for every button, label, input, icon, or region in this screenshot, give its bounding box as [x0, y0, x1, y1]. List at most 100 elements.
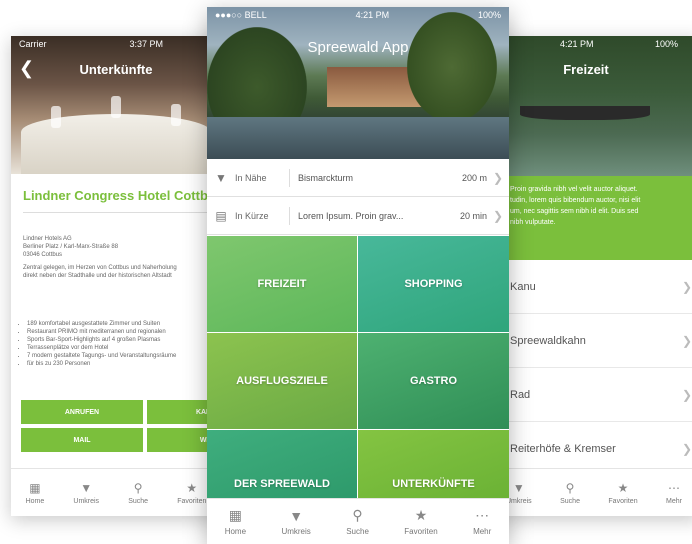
tab-favoriten[interactable]: ★ Favoriten — [404, 507, 437, 536]
chevron-right-icon: ❯ — [681, 387, 692, 402]
battery-label: 100% — [477, 10, 501, 20]
tab-label: Home — [25, 497, 45, 505]
tab-favoriten[interactable]: ★ Favoriten — [177, 481, 206, 505]
chevron-right-icon: ❯ — [681, 279, 692, 294]
tab-label: Home — [224, 527, 247, 536]
tab-label: Suche — [560, 497, 580, 505]
upcoming-time: 20 min — [459, 210, 487, 221]
list-item-rad[interactable]: Rad ❯ — [500, 368, 692, 422]
hotel-description: Zentral gelegen, im Herzen von Cottbus u… — [23, 264, 213, 280]
tab-umkreis[interactable]: ▼ Umkreis — [73, 481, 99, 505]
search-icon: ⚲ — [133, 480, 143, 495]
tab-label: Favoriten — [608, 497, 638, 505]
nearby-label: In Nähe — [235, 172, 267, 183]
tab-suche[interactable]: ⚲ Suche — [128, 481, 148, 505]
upcoming-event: Lorem Ipsum. Proin grav... — [298, 210, 404, 221]
boat-illustration — [520, 106, 650, 120]
tab-label: Mehr — [666, 497, 682, 505]
glass-illustration — [171, 104, 181, 126]
tab-label: Favoriten — [177, 497, 207, 505]
search-icon: ⚲ — [565, 480, 575, 495]
clock: 3:37 PM — [129, 39, 163, 49]
tab-label: Mehr — [473, 527, 492, 536]
river-photo — [500, 36, 692, 176]
chevron-right-icon: ❯ — [681, 441, 692, 456]
divider — [289, 206, 290, 225]
tab-bar: ▦ Home ▼ Umkreis ⚲ Suche ★ Favoriten — [11, 468, 221, 516]
home-grid-icon: ▦ — [29, 480, 41, 495]
tab-label: Suche — [346, 527, 369, 536]
hotel-address: Lindner Hotels AG Berliner Platz / Karl-… — [23, 235, 118, 259]
calendar-icon: ▤ — [215, 208, 227, 223]
tab-favoriten[interactable]: ★ Favoriten — [608, 481, 637, 505]
list-item-kanu[interactable]: Kanu ❯ — [500, 260, 692, 314]
center-phone-screen: ●●●○○ BELL 4:21 PM 100% Spreewald App ▼ … — [207, 7, 509, 544]
tab-suche[interactable]: ⚲ Suche — [346, 507, 369, 536]
star-icon: ★ — [186, 480, 198, 495]
list-item: 7 modern gestaltete Tagungs- und Veranst… — [27, 352, 176, 360]
list-item: Sports Bar-Sport-Highlights auf 4 großen… — [27, 336, 176, 344]
nearby-row[interactable]: ▼ In Nähe Bismarckturm 200 m ❯ — [207, 159, 509, 197]
list-item: Terrassenplätze vor dem Hotel — [27, 344, 176, 352]
tab-label: Favoriten — [404, 527, 438, 536]
intro-line: Proin gravida nibh vel velit auctor aliq… — [510, 186, 638, 193]
tab-mehr[interactable]: ⋯ Mehr — [666, 481, 682, 505]
tab-label: Umkreis — [506, 497, 532, 505]
nearby-distance: 200 m — [461, 172, 487, 183]
glass-illustration — [111, 96, 121, 118]
divider — [23, 212, 213, 213]
item-label: Spreewaldkahn — [510, 334, 586, 347]
intro-line: tudin, lorem quis bibendum auctor, nisi … — [510, 197, 641, 204]
item-label: Rad — [510, 388, 531, 401]
location-pin-icon: ▼ — [289, 507, 304, 524]
tab-suche[interactable]: ⚲ Suche — [560, 481, 580, 505]
item-label: Reiterhöfe & Kremser — [510, 442, 616, 455]
description-line: direkt neben der Stadthalle und der hist… — [23, 273, 172, 279]
list-item-spreewaldkahn[interactable]: Spreewaldkahn ❯ — [500, 314, 692, 368]
left-phone-screen: Carrier 3:37 PM ❮ Unterkünfte Lindner Co… — [11, 36, 221, 516]
tab-umkreis[interactable]: ▼ Umkreis — [281, 508, 310, 536]
tile-freizeit[interactable]: FREIZEIT — [207, 236, 357, 332]
tab-umkreis[interactable]: ▼ Umkreis — [506, 481, 532, 505]
location-pin-icon: ▼ — [215, 170, 227, 185]
address-line: 03046 Cottbus — [23, 252, 63, 258]
intro-text-panel: Proin gravida nibh vel velit auctor aliq… — [500, 176, 692, 260]
call-button[interactable]: ANRUFEN — [21, 400, 143, 424]
status-bar: 4:21 PM 100% — [500, 36, 692, 52]
list-item: für bis zu 230 Personen — [27, 360, 176, 368]
carrier-label: Carrier — [19, 39, 47, 49]
chevron-right-icon: ❯ — [492, 170, 504, 185]
tile-shopping[interactable]: SHOPPING — [358, 236, 509, 332]
status-bar: ●●●○○ BELL 4:21 PM 100% — [207, 7, 509, 23]
clock: 4:21 PM — [560, 39, 594, 49]
tab-home[interactable]: ▦ Home — [225, 507, 246, 536]
mail-button[interactable]: MAIL — [21, 428, 143, 452]
tree-illustration — [407, 12, 497, 122]
water-illustration — [207, 117, 509, 159]
address-line: Berliner Platz / Karl-Marx-Straße 88 — [23, 244, 119, 250]
location-pin-icon: ▼ — [512, 480, 525, 495]
app-title: Spreewald App — [307, 39, 409, 56]
star-icon: ★ — [617, 480, 629, 495]
more-dots-icon: ⋯ — [475, 507, 490, 523]
restaurant-photo — [11, 36, 221, 174]
nearby-place: Bismarckturm — [298, 172, 354, 183]
tab-bar: ▦ Home ▼ Umkreis ⚲ Suche ★ Favoriten ⋯ Mehr — [207, 498, 509, 544]
upcoming-label: In Kürze — [235, 210, 269, 221]
tab-home[interactable]: ▦ Home — [26, 481, 45, 505]
search-icon: ⚲ — [352, 507, 363, 523]
tile-gastro[interactable]: GASTRO — [358, 333, 509, 429]
chevron-right-icon: ❯ — [681, 333, 692, 348]
upcoming-row[interactable]: ▤ In Kürze Lorem Ipsum. Proin grav... 20… — [207, 197, 509, 235]
page-title: Unterkünfte — [79, 62, 153, 77]
tab-label: Umkreis — [73, 497, 100, 505]
clock: 4:21 PM — [355, 10, 390, 20]
hotel-name: Lindner Congress Hotel Cottbus — [23, 188, 221, 203]
tab-label: Suche — [128, 497, 149, 505]
tile-ausflugsziele[interactable]: AUSFLUGSZIELE — [207, 333, 357, 429]
tile-unterkuenfte[interactable]: UNTERKÜNFTE — [358, 430, 509, 498]
spreewald-photo — [207, 7, 509, 159]
tile-der-spreewald[interactable]: DER SPREEWALD — [207, 430, 357, 498]
tab-mehr[interactable]: ⋯ Mehr — [473, 507, 491, 536]
intro-line: um, nec sagittis sem nibh id elit. Duis … — [510, 208, 639, 215]
